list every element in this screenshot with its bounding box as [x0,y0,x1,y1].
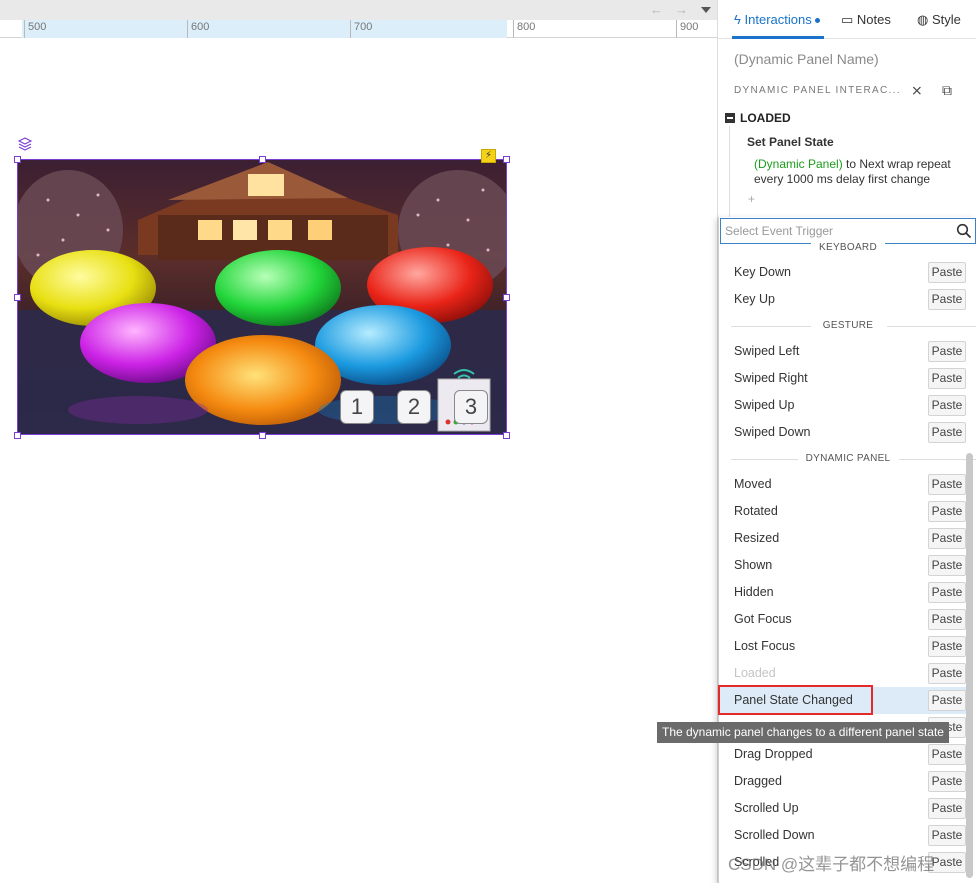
paste-button[interactable]: Paste [928,798,966,819]
inspector-tabs: ϟ Interactions ▭ Notes ◍ Style [718,0,976,39]
resize-handle[interactable] [259,156,266,163]
action-title[interactable]: Set Panel State [747,135,834,149]
tab-style[interactable]: ◍ Style [917,12,961,28]
list-item[interactable]: Moved Paste [719,471,969,498]
group-header-dynamic-panel: DYNAMIC PANEL [719,453,976,464]
caret-down-icon[interactable] [701,7,711,13]
list-item[interactable]: Key Down Paste [719,259,969,286]
list-item[interactable]: Dragged Paste [719,768,969,795]
event-trigger-search[interactable] [720,218,976,244]
dropdown-scrollbar[interactable] [966,453,973,878]
list-item[interactable]: Swiped Down Paste [719,419,969,446]
resize-handle[interactable] [503,294,510,301]
paste-button[interactable]: Paste [928,609,966,630]
list-item[interactable]: Rotated Paste [719,498,969,525]
resize-handle[interactable] [503,432,510,439]
search-icon[interactable] [956,223,972,239]
list-item[interactable]: Got Focus Paste [719,606,969,633]
paste-button[interactable]: Paste [928,582,966,603]
paste-button[interactable]: Paste [928,528,966,549]
resize-handle[interactable] [14,156,21,163]
paste-button[interactable]: Paste [928,825,966,846]
event-trigger-dropdown: KEYBOARD Key Down Paste Key Up Paste GES… [718,217,976,883]
group-header-gesture: GESTURE [719,320,976,331]
add-action-button[interactable]: + [748,192,755,206]
list-item[interactable]: Resized Paste [719,525,969,552]
arrow-right-icon[interactable]: → [675,2,688,18]
collapse-event-icon[interactable] [725,113,735,123]
paste-button[interactable]: Paste [928,395,966,416]
open-external-icon[interactable]: ⧉ [942,82,952,99]
collapse-all-icon[interactable]: ⨯ [911,82,923,99]
section-title: DYNAMIC PANEL INTERAC... [734,85,901,96]
paste-button[interactable]: Paste [928,341,966,362]
widget-name-field[interactable]: (Dynamic Panel Name) [734,51,879,67]
ruler-label: 900 [680,21,699,33]
resize-handle[interactable] [503,156,510,163]
list-item[interactable]: Swiped Right Paste [719,365,969,392]
paste-button[interactable]: Paste [928,368,966,389]
top-toolbar: ← → [0,0,717,20]
ruler-label: 500 [28,21,47,33]
tab-interactions[interactable]: ϟ Interactions [734,12,820,27]
tab-notes[interactable]: ▭ Notes [841,12,891,28]
glowing-balls-house-image [18,160,506,434]
style-icon: ◍ [917,12,929,27]
arrow-left-icon[interactable]: ← [650,2,663,18]
list-item[interactable]: Key Up Paste [719,286,969,313]
list-item[interactable]: Swiped Left Paste [719,338,969,365]
list-item-disabled: Loaded Paste [719,660,969,687]
paste-button[interactable]: Paste [928,262,966,283]
tab-notes-label: Notes [856,12,891,27]
tab-interactions-label: Interactions [744,12,812,27]
ruler-label: 800 [517,21,536,33]
list-item[interactable]: Drag Dropped Paste [719,741,969,768]
horizontal-ruler: 500 600 700 800 900 [0,20,717,38]
paste-button[interactable]: Paste [928,555,966,576]
paste-button[interactable]: Paste [928,289,966,310]
ruler-label: 700 [354,21,373,33]
ruler-label: 600 [191,21,210,33]
dynamic-panel-widget[interactable]: 1 2 3 [17,159,507,435]
paste-button[interactable]: Paste [928,501,966,522]
paste-button[interactable]: Paste [928,744,966,765]
list-item[interactable]: Hidden Paste [719,579,969,606]
active-tab-indicator [732,36,824,39]
paste-button[interactable]: Paste [928,663,966,684]
state-button-3[interactable]: 3 [454,390,488,424]
list-item[interactable]: Swiped Up Paste [719,392,969,419]
list-item[interactable]: Scrolled Down Paste [719,822,969,849]
state-button-1[interactable]: 1 [340,390,374,424]
list-item[interactable]: Shown Paste [719,552,969,579]
paste-button[interactable]: Paste [928,474,966,495]
search-input[interactable] [725,222,945,240]
tooltip: The dynamic panel changes to a different… [657,722,949,743]
action-target: (Dynamic Panel) [754,157,843,171]
layers-icon[interactable] [18,137,32,151]
paste-button[interactable]: Paste [928,636,966,657]
annotation-highlight-box [718,685,873,715]
action-desc-line2: every 1000 ms delay first change [754,172,931,186]
tab-style-label: Style [931,12,961,27]
resize-handle[interactable] [14,432,21,439]
action-description[interactable]: (Dynamic Panel) to Next wrap repeat ever… [754,157,972,187]
ruler-selection-range [22,20,507,38]
state-button-2[interactable]: 2 [397,390,431,424]
event-tree-line [729,126,730,218]
resize-handle[interactable] [259,432,266,439]
paste-button[interactable]: Paste [928,771,966,792]
action-desc-line1: to Next wrap repeat [842,157,951,171]
notes-icon: ▭ [841,12,854,27]
list-item[interactable]: Scrolled Up Paste [719,795,969,822]
watermark: CSDN @这辈子都不想编程 [728,855,935,874]
list-item[interactable]: Lost Focus Paste [719,633,969,660]
paste-button[interactable]: Paste [928,690,966,711]
group-header-keyboard: KEYBOARD [719,242,976,253]
interaction-bolt-icon[interactable]: ⚡ [481,149,496,163]
bolt-icon: ϟ [734,12,741,27]
resize-handle[interactable] [14,294,21,301]
paste-button[interactable]: Paste [928,422,966,443]
event-name[interactable]: LOADED [740,111,791,125]
status-dot [814,18,820,24]
